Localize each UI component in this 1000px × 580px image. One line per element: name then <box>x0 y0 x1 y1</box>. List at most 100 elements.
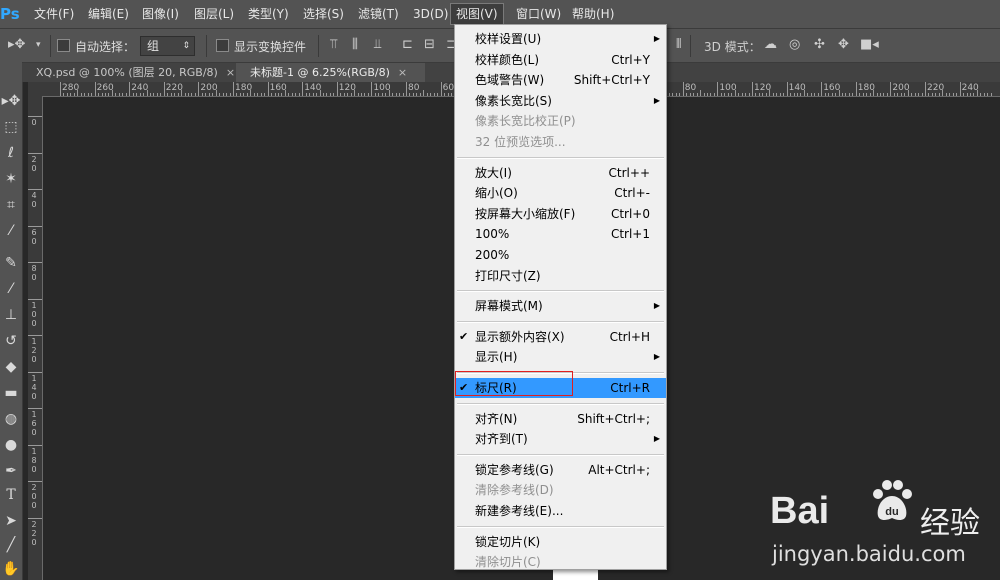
ruler-tick-mark <box>679 93 681 96</box>
move-tool-icon[interactable]: ▸✥ <box>0 90 22 112</box>
ruler-tick-mark <box>163 82 165 96</box>
3d-scale-icon[interactable]: ■◂ <box>860 37 879 53</box>
ruler-tick-mark <box>765 93 767 96</box>
3d-pan-icon[interactable]: ✣ <box>814 37 825 53</box>
ruler-tick-mark <box>696 93 698 96</box>
menu-item-label: 校样设置(U) <box>475 32 542 46</box>
view-menu-item[interactable]: 锁定参考线(G) Alt+Ctrl+; <box>455 460 666 480</box>
ruler-tick-mark <box>447 93 449 96</box>
view-menu-item[interactable]: 缩小(O) Ctrl+- <box>455 183 666 203</box>
ruler-tick-mark <box>845 93 847 96</box>
path-selection-tool-icon[interactable]: ➤ <box>0 510 22 532</box>
shape-tool-icon[interactable]: ╱ <box>0 534 22 556</box>
menu-0[interactable]: 文件(F) <box>29 3 79 25</box>
view-menu-item[interactable]: 锁定切片(K) <box>455 532 666 552</box>
history-brush-tool-icon[interactable]: ↺ <box>0 330 22 352</box>
3d-roll-icon[interactable]: ◎ <box>789 37 800 53</box>
vertical-ruler[interactable]: 0 2 0 4 0 6 0 8 0 1 0 0 1 2 0 1 4 0 1 6 0 1 8 0 2 … <box>28 96 43 580</box>
move-tool-icon[interactable]: ▸✥ <box>8 37 25 53</box>
view-menu-item[interactable]: 校样设置(U) ▶ <box>455 29 666 49</box>
ruler-tick-mark <box>755 93 757 96</box>
view-menu-item[interactable]: 按屏幕大小缩放(F) Ctrl+0 <box>455 204 666 224</box>
healing-brush-tool-icon[interactable]: ✎ <box>0 252 22 274</box>
distribute-icon[interactable]: ⫴ <box>676 37 681 53</box>
ruler-tick-mark <box>886 93 888 96</box>
lasso-tool-icon[interactable]: ℓ <box>0 142 22 164</box>
menu-1[interactable]: 编辑(E) <box>83 3 134 25</box>
ruler-tick-mark <box>727 93 729 96</box>
3d-orbit-icon[interactable]: ☁ <box>764 37 777 53</box>
view-menu-item[interactable]: 放大(I) Ctrl++ <box>455 163 666 183</box>
marquee-tool-icon[interactable]: ⬚ <box>0 116 22 138</box>
align-hcenter-icon[interactable]: ⊟ <box>424 37 435 53</box>
ruler-tick-mark <box>295 93 297 96</box>
tab-untitled-1[interactable]: 未标题-1 @ 6.25%(RGB/8) × <box>236 63 425 82</box>
view-menu-item[interactable]: ✔ 显示额外内容(X) Ctrl+H <box>455 327 666 347</box>
align-bottom-icon[interactable]: ⫫ <box>374 37 381 53</box>
eyedropper-tool-icon[interactable]: ⁄ <box>0 220 22 242</box>
tool-preset-dropdown-icon[interactable]: ▾ <box>36 37 41 53</box>
show-transform-checkbox[interactable] <box>216 39 229 52</box>
dodge-tool-icon[interactable]: ● <box>0 434 22 456</box>
menu-9[interactable]: 窗口(W) <box>511 3 566 25</box>
clone-stamp-tool-icon[interactable]: ⊥ <box>0 304 22 326</box>
ruler-tick-mark <box>416 93 418 96</box>
pen-tool-icon[interactable]: ✒ <box>0 460 22 482</box>
baidu-jingyan-watermark: Bai du 经验 jingyan.baidu.com <box>770 470 1000 580</box>
ruler-tick-mark <box>233 82 234 96</box>
view-menu-item[interactable]: 色域警告(W) Shift+Ctrl+Y <box>455 70 666 90</box>
menu-item-label: 清除参考线(D) <box>475 483 554 498</box>
ruler-tick-mark <box>291 93 293 96</box>
align-top-icon[interactable]: ⫪ <box>330 37 337 53</box>
ruler-tick-mark <box>312 93 314 96</box>
view-menu-item[interactable]: 屏幕模式(M) ▶ <box>455 296 666 316</box>
ruler-tick-mark <box>388 90 390 96</box>
gradient-tool-icon[interactable]: ▬ <box>0 382 22 404</box>
close-icon[interactable]: × <box>226 66 235 79</box>
align-left-icon[interactable]: ⊏ <box>402 37 413 53</box>
ruler-tick-mark <box>118 93 120 96</box>
align-vcenter-icon[interactable]: ⫼ <box>352 37 358 53</box>
view-menu-item[interactable]: 校样颜色(L) Ctrl+Y <box>455 50 666 70</box>
ruler-tick-mark <box>156 93 158 96</box>
hand-tool-icon[interactable]: ✋ <box>0 558 22 580</box>
menu-2[interactable]: 图像(I) <box>137 3 184 25</box>
menu-6[interactable]: 滤镜(T) <box>353 3 404 25</box>
3d-slide-icon[interactable]: ✥ <box>838 37 849 53</box>
view-menu-item[interactable]: 新建参考线(E)... <box>455 501 666 521</box>
menu-8[interactable]: 视图(V) <box>450 3 504 25</box>
view-menu-item[interactable]: 200% <box>455 245 666 265</box>
menu-5[interactable]: 选择(S) <box>298 3 349 25</box>
ruler-tick-mark <box>153 93 155 96</box>
view-menu-item[interactable]: 100% Ctrl+1 <box>455 224 666 244</box>
menu-10[interactable]: 帮助(H) <box>567 3 619 25</box>
ruler-tick-mark <box>873 90 875 96</box>
view-menu-item[interactable]: 像素长宽比(S) ▶ <box>455 91 666 111</box>
menu-3[interactable]: 图层(L) <box>189 3 239 25</box>
ruler-tick-mark <box>319 90 321 96</box>
blur-tool-icon[interactable]: ◍ <box>0 408 22 430</box>
svg-text:du: du <box>885 506 898 518</box>
tab-xq-psd[interactable]: XQ.psd @ 100% (图层 20, RGB/8) × <box>22 63 246 82</box>
divider <box>206 35 207 57</box>
divider <box>690 35 691 57</box>
brush-tool-icon[interactable]: ⁄ <box>0 278 22 300</box>
ruler-tick-mark <box>28 262 42 263</box>
view-menu-item[interactable]: 打印尺寸(Z) <box>455 266 666 286</box>
auto-select-dropdown[interactable]: 组 ⇕ <box>140 36 195 56</box>
menu-4[interactable]: 类型(Y) <box>243 3 294 25</box>
menu-7[interactable]: 3D(D) <box>408 3 453 25</box>
ruler-tick-label: 1 6 0 <box>31 410 37 437</box>
crop-tool-icon[interactable]: ⌗ <box>0 194 22 216</box>
view-menu-item[interactable]: 对齐(N) Shift+Ctrl+; <box>455 409 666 429</box>
auto-select-checkbox[interactable] <box>57 39 70 52</box>
view-menu-item[interactable]: 显示(H) ▶ <box>455 347 666 367</box>
type-tool-icon[interactable]: T <box>0 484 22 506</box>
ruler-tick-mark <box>371 82 373 96</box>
menu-item-label: 清除切片(C) <box>475 555 541 570</box>
eraser-tool-icon[interactable]: ◆ <box>0 356 22 378</box>
close-icon[interactable]: × <box>398 66 407 79</box>
view-menu-item[interactable]: 对齐到(T) ▶ <box>455 429 666 449</box>
magic-wand-tool-icon[interactable]: ✶ <box>0 168 22 190</box>
ruler-tick-mark <box>336 82 338 96</box>
